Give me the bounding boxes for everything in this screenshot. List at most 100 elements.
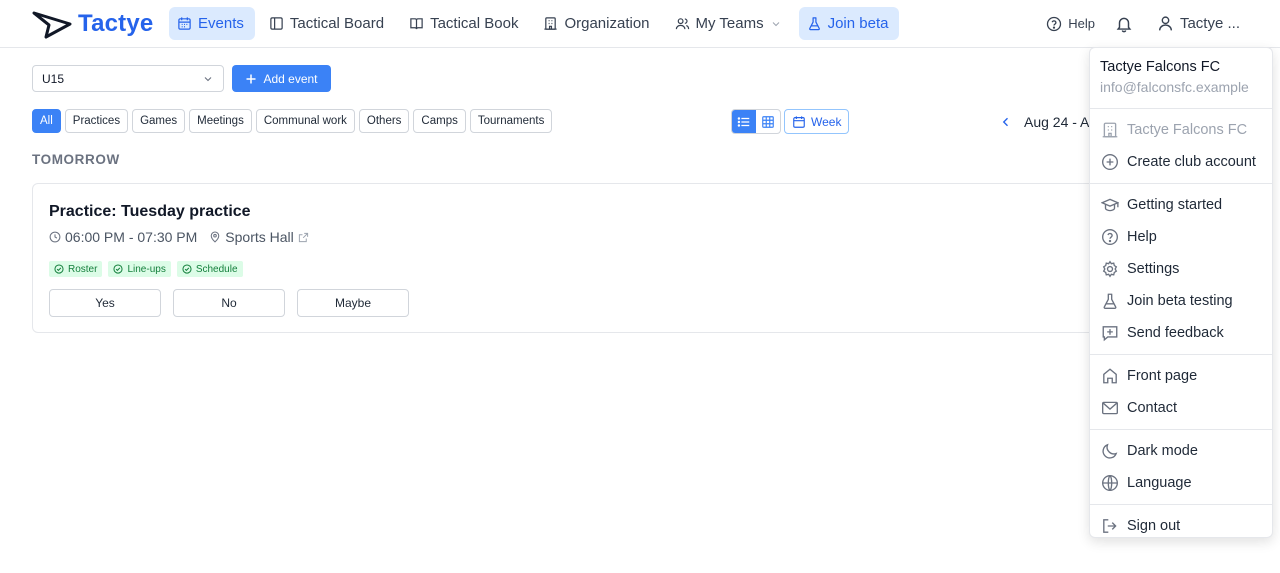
user-label: Tactye ... xyxy=(1179,15,1240,32)
filter-camps[interactable]: Camps xyxy=(413,109,466,133)
grid-view-button[interactable] xyxy=(756,110,780,133)
menu-item-getting-started[interactable]: Getting started xyxy=(1090,189,1272,221)
map-pin-icon xyxy=(211,231,220,243)
check-circle-icon xyxy=(54,264,64,274)
chevron-down-icon xyxy=(204,76,212,81)
check-circle-icon xyxy=(113,264,124,274)
tag-roster: Roster xyxy=(49,261,103,277)
grid-icon xyxy=(762,115,774,128)
nav-item-events[interactable]: Events xyxy=(169,7,255,40)
rsvp-maybe-button[interactable]: Maybe xyxy=(297,289,409,317)
view-toggle xyxy=(731,109,781,134)
event-tags: Roster Line-ups Schedule xyxy=(49,261,243,277)
globe-icon xyxy=(1102,475,1118,491)
filter-all[interactable]: All xyxy=(32,109,61,133)
event-title[interactable]: Practice: Tuesday practice xyxy=(49,203,251,221)
top-navigation-bar: Tactye Events Tactical Board Tactical Bo… xyxy=(0,0,1280,48)
logo-icon xyxy=(32,11,72,39)
dropdown-club-group: Tactye Falcons FC Create club account xyxy=(1090,109,1272,184)
gear-icon xyxy=(1102,260,1118,278)
menu-item-help[interactable]: Help xyxy=(1090,221,1272,253)
rsvp-no-button[interactable]: No xyxy=(173,289,285,317)
menu-item-club[interactable]: Tactye Falcons FC xyxy=(1090,114,1272,146)
week-select-button[interactable]: Week xyxy=(784,109,850,134)
event-meta: 06:00 PM - 07:30 PM Sports Hall xyxy=(49,229,309,245)
menu-item-label: Language xyxy=(1127,475,1192,491)
nav-label: Events xyxy=(198,15,244,32)
user-menu-button[interactable]: Tactye ... xyxy=(1157,15,1240,32)
nav-item-tactical-book[interactable]: Tactical Book xyxy=(401,7,529,40)
dropdown-account-header: Tactye Falcons FC info@falconsfc.example xyxy=(1090,48,1272,109)
menu-item-contact[interactable]: Contact xyxy=(1090,392,1272,424)
event-time: 06:00 PM - 07:30 PM xyxy=(49,229,197,245)
menu-item-label: Create club account xyxy=(1127,154,1256,170)
filter-others[interactable]: Others xyxy=(358,109,410,133)
user-dropdown-menu: Tactye Falcons FC info@falconsfc.example… xyxy=(1089,47,1273,538)
menu-item-settings[interactable]: Settings xyxy=(1090,253,1272,285)
question-circle-icon xyxy=(1102,229,1118,245)
week-label: Week xyxy=(811,114,842,129)
menu-item-front-page[interactable]: Front page xyxy=(1090,360,1272,392)
help-label: Help xyxy=(1068,16,1095,31)
team-select-value: U15 xyxy=(42,71,65,86)
dropdown-site-group: Front page Contact xyxy=(1090,355,1272,430)
moon-icon xyxy=(1102,443,1118,459)
dropdown-preferences-group: Dark mode Language xyxy=(1090,430,1272,505)
help-link[interactable]: Help xyxy=(1046,16,1095,32)
menu-item-label: Getting started xyxy=(1127,197,1223,213)
calendar-icon xyxy=(178,17,191,30)
building-icon xyxy=(544,17,558,30)
notifications-button[interactable] xyxy=(1115,15,1133,33)
add-event-label: Add event xyxy=(263,71,318,86)
nav-item-organization[interactable]: Organization xyxy=(535,7,660,40)
menu-item-label: Help xyxy=(1127,229,1157,245)
filter-tournaments[interactable]: Tournaments xyxy=(469,109,553,133)
menu-item-label: Contact xyxy=(1127,400,1177,416)
dropdown-signout-group: Sign out xyxy=(1090,505,1272,547)
chevron-left-icon[interactable] xyxy=(1000,116,1012,128)
nav-item-join-beta[interactable]: Join beta xyxy=(798,7,900,40)
menu-item-label: Sign out xyxy=(1127,518,1181,534)
tag-label: Roster xyxy=(68,263,98,275)
nav-label: Organization xyxy=(564,15,650,32)
flask-icon xyxy=(808,17,820,31)
menu-item-label: Join beta testing xyxy=(1127,293,1233,309)
filter-practices[interactable]: Practices xyxy=(64,109,129,133)
filter-games[interactable]: Games xyxy=(132,109,186,133)
nav-label: Join beta xyxy=(827,15,889,32)
menu-item-dark-mode[interactable]: Dark mode xyxy=(1090,435,1272,467)
menu-item-label: Send feedback xyxy=(1127,325,1224,341)
account-name: Tactye Falcons FC xyxy=(1100,59,1221,75)
filter-meetings[interactable]: Meetings xyxy=(189,109,252,133)
tag-label: Line-ups xyxy=(127,263,166,275)
app-logo[interactable]: Tactye xyxy=(32,8,153,40)
nav-item-my-teams[interactable]: My Teams xyxy=(667,7,793,40)
event-card[interactable]: Practice: Tuesday practice 06:00 PM - 07… xyxy=(32,183,1262,333)
add-event-button[interactable]: Add event xyxy=(232,65,331,92)
nav-item-tactical-board[interactable]: Tactical Board xyxy=(261,7,395,40)
section-heading-tomorrow: TOMORROW xyxy=(32,152,120,167)
plus-icon xyxy=(246,74,256,83)
menu-item-sign-out[interactable]: Sign out xyxy=(1090,510,1272,542)
menu-item-send-feedback[interactable]: Send feedback xyxy=(1090,317,1272,349)
event-location[interactable]: Sports Hall xyxy=(209,229,308,245)
nav-label: My Teams xyxy=(695,15,764,32)
list-view-button[interactable] xyxy=(732,110,756,133)
top-right-controls: Help Tactye ... xyxy=(1046,7,1240,40)
menu-item-create-club-account[interactable]: Create club account xyxy=(1090,146,1272,178)
tag-label: Schedule xyxy=(195,263,238,275)
menu-item-join-beta-testing[interactable]: Join beta testing xyxy=(1090,285,1272,317)
board-icon xyxy=(270,17,283,30)
tag-schedule: Schedule xyxy=(176,261,243,277)
filter-communal-work[interactable]: Communal work xyxy=(255,109,355,133)
check-circle-icon xyxy=(182,264,192,274)
date-range-label: Aug 24 - Au xyxy=(1024,114,1098,130)
mail-icon xyxy=(1102,401,1118,415)
user-icon xyxy=(1158,16,1173,31)
menu-item-label: Tactye Falcons FC xyxy=(1127,122,1248,138)
nav-label: Tactical Book xyxy=(430,15,519,32)
menu-item-language[interactable]: Language xyxy=(1090,467,1272,499)
feedback-icon xyxy=(1102,326,1118,342)
rsvp-yes-button[interactable]: Yes xyxy=(49,289,161,317)
team-select[interactable]: U15 xyxy=(32,65,224,92)
